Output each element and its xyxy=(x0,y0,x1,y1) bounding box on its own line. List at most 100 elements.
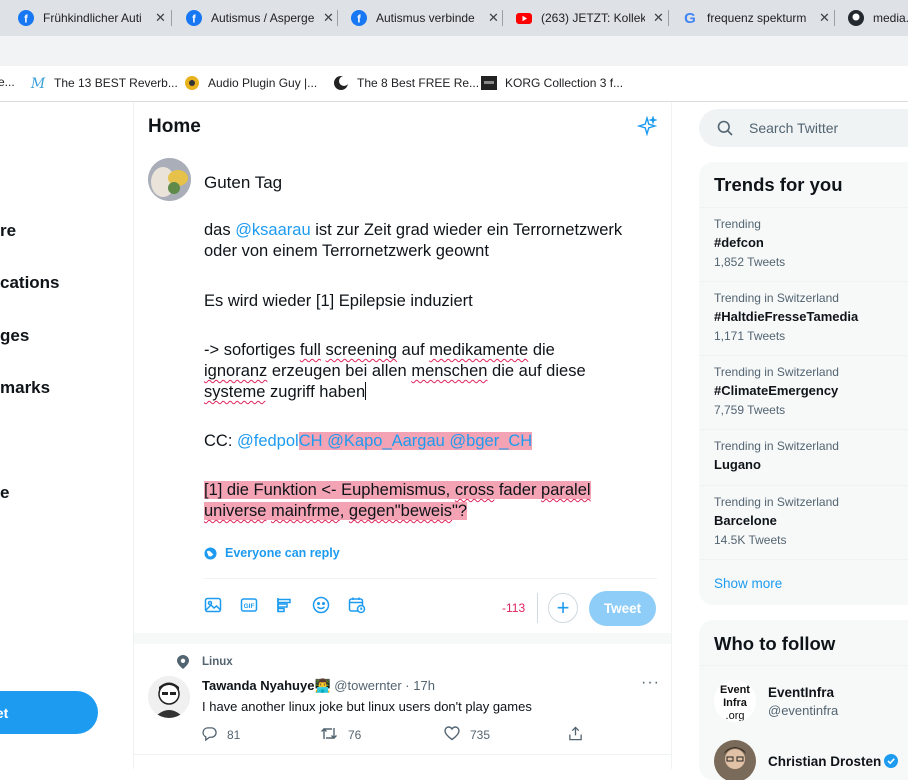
reply-icon xyxy=(202,726,217,744)
compose-greeting: Guten Tag xyxy=(204,173,283,192)
address-bar[interactable] xyxy=(0,36,908,66)
follow-suggestion[interactable]: Christian Drosten xyxy=(714,740,899,780)
browser-tab[interactable]: f Frühkindlicher Auti ✕ xyxy=(8,4,166,32)
bookmark[interactable]: The 8 Best FREE Re... xyxy=(333,75,479,91)
nav-item-messages[interactable]: ges xyxy=(0,326,29,346)
nav-item-bookmarks[interactable]: marks xyxy=(0,378,50,398)
text-caret xyxy=(365,382,367,400)
compose-line: ignoranz erzeugen bei allen menschen die… xyxy=(204,362,586,380)
retweet-icon xyxy=(320,726,338,744)
compose-footnote: [1] die Funktion <- Euphemismus, cross f… xyxy=(204,481,591,499)
nav-tweet-button[interactable]: eet xyxy=(0,691,98,734)
image-icon[interactable] xyxy=(204,596,222,614)
avatar[interactable] xyxy=(148,158,191,201)
heart-icon xyxy=(444,726,460,744)
left-navigation: re cations ges marks e eet xyxy=(0,102,133,769)
avatar: Event Infra .org xyxy=(714,680,756,722)
reply-setting[interactable]: Everyone can reply xyxy=(204,546,340,560)
trend-item[interactable]: Trending in Switzerland Lugano xyxy=(714,439,908,472)
more-options-icon[interactable]: ··· xyxy=(641,674,660,692)
like-button[interactable]: 735 xyxy=(444,726,490,744)
nav-item-explore[interactable]: re xyxy=(0,221,16,241)
mention-link[interactable]: @fedpol xyxy=(237,432,299,450)
trend-item[interactable]: Trending in Switzerland #ClimateEmergenc… xyxy=(714,365,908,417)
avatar xyxy=(714,740,756,780)
add-tweet-button[interactable]: + xyxy=(548,593,578,623)
trends-panel: Trends for you Trending #defcon 1,852 Tw… xyxy=(699,162,908,605)
poll-icon[interactable] xyxy=(276,596,294,614)
compose-line: -> sofortiges full screening auf medikam… xyxy=(204,341,555,359)
browser-tab[interactable]: G frequenz spekturm ✕ xyxy=(672,4,830,32)
svg-text:GIF: GIF xyxy=(244,603,255,610)
compose-cc-line: CC: @fedpolCH @Kapo_Aargau @bger_CH xyxy=(204,432,533,450)
tweet-author[interactable]: Tawanda Nyahuye👨‍💻 @towernter · 17h xyxy=(202,678,435,694)
main-timeline: Home Guten Tag das @ksaarau ist zur Zeit… xyxy=(133,102,672,769)
compose-line: Es wird wieder [1] Epilepsie induziert xyxy=(204,292,473,310)
bookmark[interactable]: KORG Collection 3 f... xyxy=(481,75,623,91)
bookmarks-bar: e... M The 13 BEST Reverb... Audio Plugi… xyxy=(0,66,908,102)
tab-title: frequenz spekturm xyxy=(707,11,807,25)
compose-textarea[interactable]: Guten Tag das @ksaarau ist zur Zeit grad… xyxy=(204,172,664,522)
facebook-icon: f xyxy=(18,10,34,26)
tab-title: Autismus verbinde xyxy=(376,11,475,25)
compose-toolbar: GIF xyxy=(204,596,366,614)
nav-item-notifications[interactable]: cations xyxy=(0,273,60,293)
right-sidebar: Search Twitter Trends for you Trending #… xyxy=(672,102,908,780)
avatar[interactable] xyxy=(148,676,190,718)
search-input[interactable]: Search Twitter xyxy=(699,109,908,147)
tweet-button[interactable]: Tweet xyxy=(589,591,656,626)
mention-link[interactable]: @bger_CH xyxy=(449,432,533,450)
mention-link[interactable]: @Kapo_Aargau xyxy=(327,432,445,450)
show-more-link[interactable]: Show more xyxy=(714,576,782,591)
svg-text:f: f xyxy=(357,14,361,26)
m-logo-icon: M xyxy=(30,75,46,91)
retweet-button[interactable]: 76 xyxy=(320,726,361,744)
svg-text:f: f xyxy=(24,14,28,26)
close-tab-icon[interactable]: ✕ xyxy=(819,10,830,26)
close-tab-icon[interactable]: ✕ xyxy=(323,10,334,26)
follow-title: Who to follow xyxy=(714,633,836,654)
moon-icon xyxy=(333,75,349,91)
nav-item-profile[interactable]: e xyxy=(0,483,9,503)
github-icon xyxy=(848,10,864,26)
browser-tab[interactable]: (263) JETZT: Kollekt ✕ xyxy=(506,4,664,32)
trend-item[interactable]: Trending #defcon 1,852 Tweets xyxy=(714,217,908,269)
trend-item[interactable]: Trending in Switzerland Barcelone 14.5K … xyxy=(714,495,908,547)
topic-icon xyxy=(177,655,189,674)
close-tab-icon[interactable]: ✕ xyxy=(155,10,166,26)
mention-link[interactable]: @ksaarau xyxy=(235,221,310,239)
bookmark[interactable]: M The 13 BEST Reverb... xyxy=(30,75,178,91)
compose-line: systeme zugriff haben xyxy=(204,382,367,401)
facebook-icon: f xyxy=(186,10,202,26)
emoji-icon[interactable] xyxy=(312,596,330,614)
tab-title: Frühkindlicher Auti xyxy=(43,11,142,25)
tweet-topic[interactable]: Linux xyxy=(202,656,233,668)
tweet-actions: 81 76 735 xyxy=(202,726,592,746)
bookmark[interactable]: e... xyxy=(0,75,15,89)
browser-tab[interactable]: f Autismus verbinde ✕ xyxy=(341,4,499,32)
character-counter: -113 xyxy=(502,601,526,615)
compose-footnote: universe mainfrme, gegen"beweis"? xyxy=(204,502,468,520)
gif-icon[interactable]: GIF xyxy=(240,596,258,614)
share-icon xyxy=(568,726,583,744)
verified-badge-icon xyxy=(884,753,899,768)
reply-button[interactable]: 81 xyxy=(202,726,240,744)
browser-tab[interactable]: f Autismus / Asperge ✕ xyxy=(176,4,334,32)
globe-icon xyxy=(204,546,217,560)
follow-suggestion[interactable]: Event Infra .org EventInfra @eventinfra xyxy=(714,680,838,722)
svg-text:G: G xyxy=(684,10,696,26)
sparkle-icon[interactable] xyxy=(636,115,658,141)
svg-text:M: M xyxy=(30,76,46,91)
close-tab-icon[interactable]: ✕ xyxy=(488,10,499,26)
compose-line: das @ksaarau ist zur Zeit grad wieder ei… xyxy=(204,221,623,239)
compose-line: oder von einem Terrornetzwerk geownt xyxy=(204,242,489,260)
browser-tab[interactable]: media.c xyxy=(838,4,908,32)
schedule-icon[interactable] xyxy=(348,596,366,614)
korg-icon xyxy=(481,75,497,91)
close-tab-icon[interactable]: ✕ xyxy=(653,10,664,26)
share-button[interactable] xyxy=(568,726,583,744)
trend-item[interactable]: Trending in Switzerland #HaltdieFresseTa… xyxy=(714,291,908,343)
bookmark[interactable]: Audio Plugin Guy |... xyxy=(184,75,317,91)
search-icon xyxy=(717,120,733,136)
google-icon: G xyxy=(682,10,698,26)
